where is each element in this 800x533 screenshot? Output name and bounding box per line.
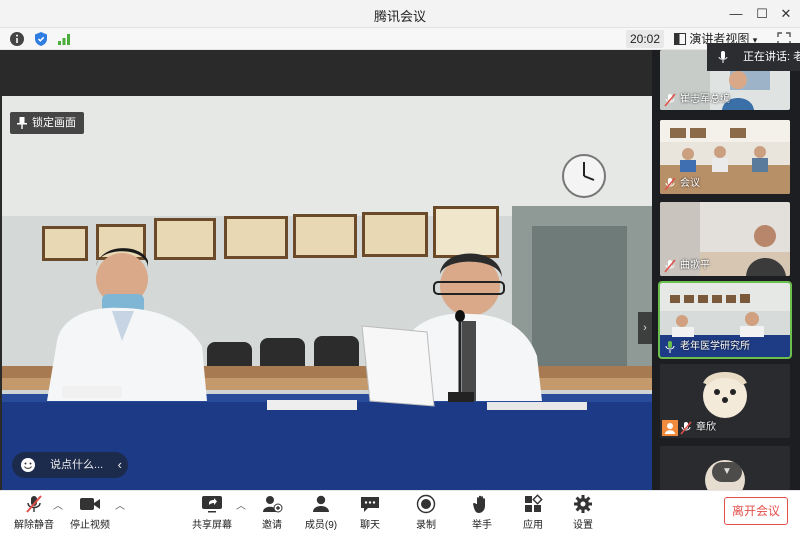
- meeting-timer: 20:02: [626, 30, 664, 48]
- participant-label: 曲歌平: [664, 259, 710, 273]
- main-video[interactable]: 锁定画面 说点什么... ‹ ›: [0, 50, 652, 490]
- apps-icon: [525, 494, 543, 512]
- gear-icon: [574, 495, 592, 513]
- speaking-indicator: 正在讲话: 老: [707, 43, 800, 71]
- add-user-icon: [263, 496, 283, 513]
- emoji-icon[interactable]: [20, 457, 36, 473]
- chat-placeholder: 说点什么...: [50, 459, 104, 471]
- bottom-toolbar: 解除静音 ︿ 停止视频 ︿ 共享屏幕 ︿ 邀请 成员(9) 聊天 录制 举手 应…: [0, 490, 800, 533]
- settings-button[interactable]: 设置: [553, 494, 613, 532]
- mic-muted-icon: [26, 495, 42, 513]
- shield-icon[interactable]: [33, 31, 49, 47]
- chat-input[interactable]: 说点什么... ‹: [12, 452, 128, 478]
- chat-label: 聊天: [360, 520, 380, 531]
- speaking-text: 正在讲话: 老: [743, 51, 800, 63]
- mic-muted-icon: [680, 421, 692, 435]
- layout-icon: [674, 33, 686, 45]
- stop-video-label: 停止视频: [70, 520, 110, 531]
- participant-name: 章欣: [696, 422, 716, 433]
- mic-icon: [718, 51, 728, 63]
- mic-muted-icon: [664, 93, 676, 107]
- participant-tile[interactable]: 会议: [660, 120, 790, 194]
- info-bar: 20:02 演讲者视图 ▾: [0, 28, 800, 50]
- unmute-label: 解除静音: [14, 520, 54, 531]
- lock-view-label: 锁定画面: [32, 117, 76, 129]
- participant-name: 老年医学研究所: [680, 341, 750, 352]
- chat-icon: [361, 497, 379, 512]
- maximize-icon[interactable]: ☐: [752, 4, 772, 24]
- video-options-chevron-icon[interactable]: ︿: [115, 497, 125, 512]
- camera-icon: [80, 498, 100, 510]
- participant-label: 章欣: [680, 421, 716, 435]
- participant-tile[interactable]: 章欣: [660, 364, 790, 438]
- leave-meeting-button[interactable]: 离开会议: [724, 497, 788, 525]
- mic-active-icon: [665, 341, 675, 353]
- settings-label: 设置: [573, 520, 593, 531]
- participant-name: 崔志军总编: [680, 94, 730, 105]
- close-icon[interactable]: ✕: [776, 4, 796, 24]
- participant-panel: 崔志军总编 会议 曲歌平 老年医学研究所 章欣: [652, 50, 800, 490]
- hand-icon: [473, 495, 485, 513]
- members-icon: [313, 495, 329, 512]
- stop-video-button[interactable]: 停止视频: [60, 494, 120, 532]
- meeting-room-video: [2, 96, 652, 490]
- minimize-icon[interactable]: —: [726, 4, 746, 24]
- participant-label: 会议: [664, 177, 700, 191]
- mic-muted-icon: [664, 177, 676, 191]
- pin-icon: [17, 117, 27, 129]
- info-icon[interactable]: [9, 31, 25, 47]
- lock-view-button[interactable]: 锁定画面: [10, 112, 84, 134]
- window-title: 腾讯会议: [373, 9, 426, 24]
- share-screen-button[interactable]: 共享屏幕: [182, 494, 242, 532]
- share-screen-icon: [202, 496, 222, 513]
- record-icon: [416, 494, 436, 514]
- share-screen-label: 共享屏幕: [192, 520, 232, 531]
- chat-button[interactable]: 聊天: [340, 494, 400, 532]
- signal-icon[interactable]: [56, 31, 72, 47]
- panel-toggle-chevron-icon[interactable]: ›: [638, 312, 652, 344]
- record-button[interactable]: 录制: [396, 494, 456, 532]
- user-avatar-icon: [662, 420, 678, 436]
- participant-label: 老年医学研究所: [664, 340, 750, 354]
- meeting-window: 腾讯会议 — ☐ ✕ 20:02 演讲者视图 ▾ 正在讲话: 老 锁定画面 说点…: [0, 0, 800, 533]
- participant-tile-speaking[interactable]: 老年医学研究所: [658, 281, 792, 359]
- participant-name: 曲歌平: [680, 260, 710, 271]
- participant-tile[interactable]: 曲歌平: [660, 202, 790, 276]
- participant-label: 崔志军总编: [664, 93, 730, 107]
- mic-muted-icon: [664, 259, 676, 273]
- scroll-down-chevron-icon[interactable]: ▼: [712, 462, 742, 482]
- record-label: 录制: [416, 520, 436, 531]
- chevron-left-icon[interactable]: ‹: [118, 452, 122, 478]
- participant-name: 会议: [680, 178, 700, 189]
- title-bar: 腾讯会议 — ☐ ✕: [0, 0, 800, 28]
